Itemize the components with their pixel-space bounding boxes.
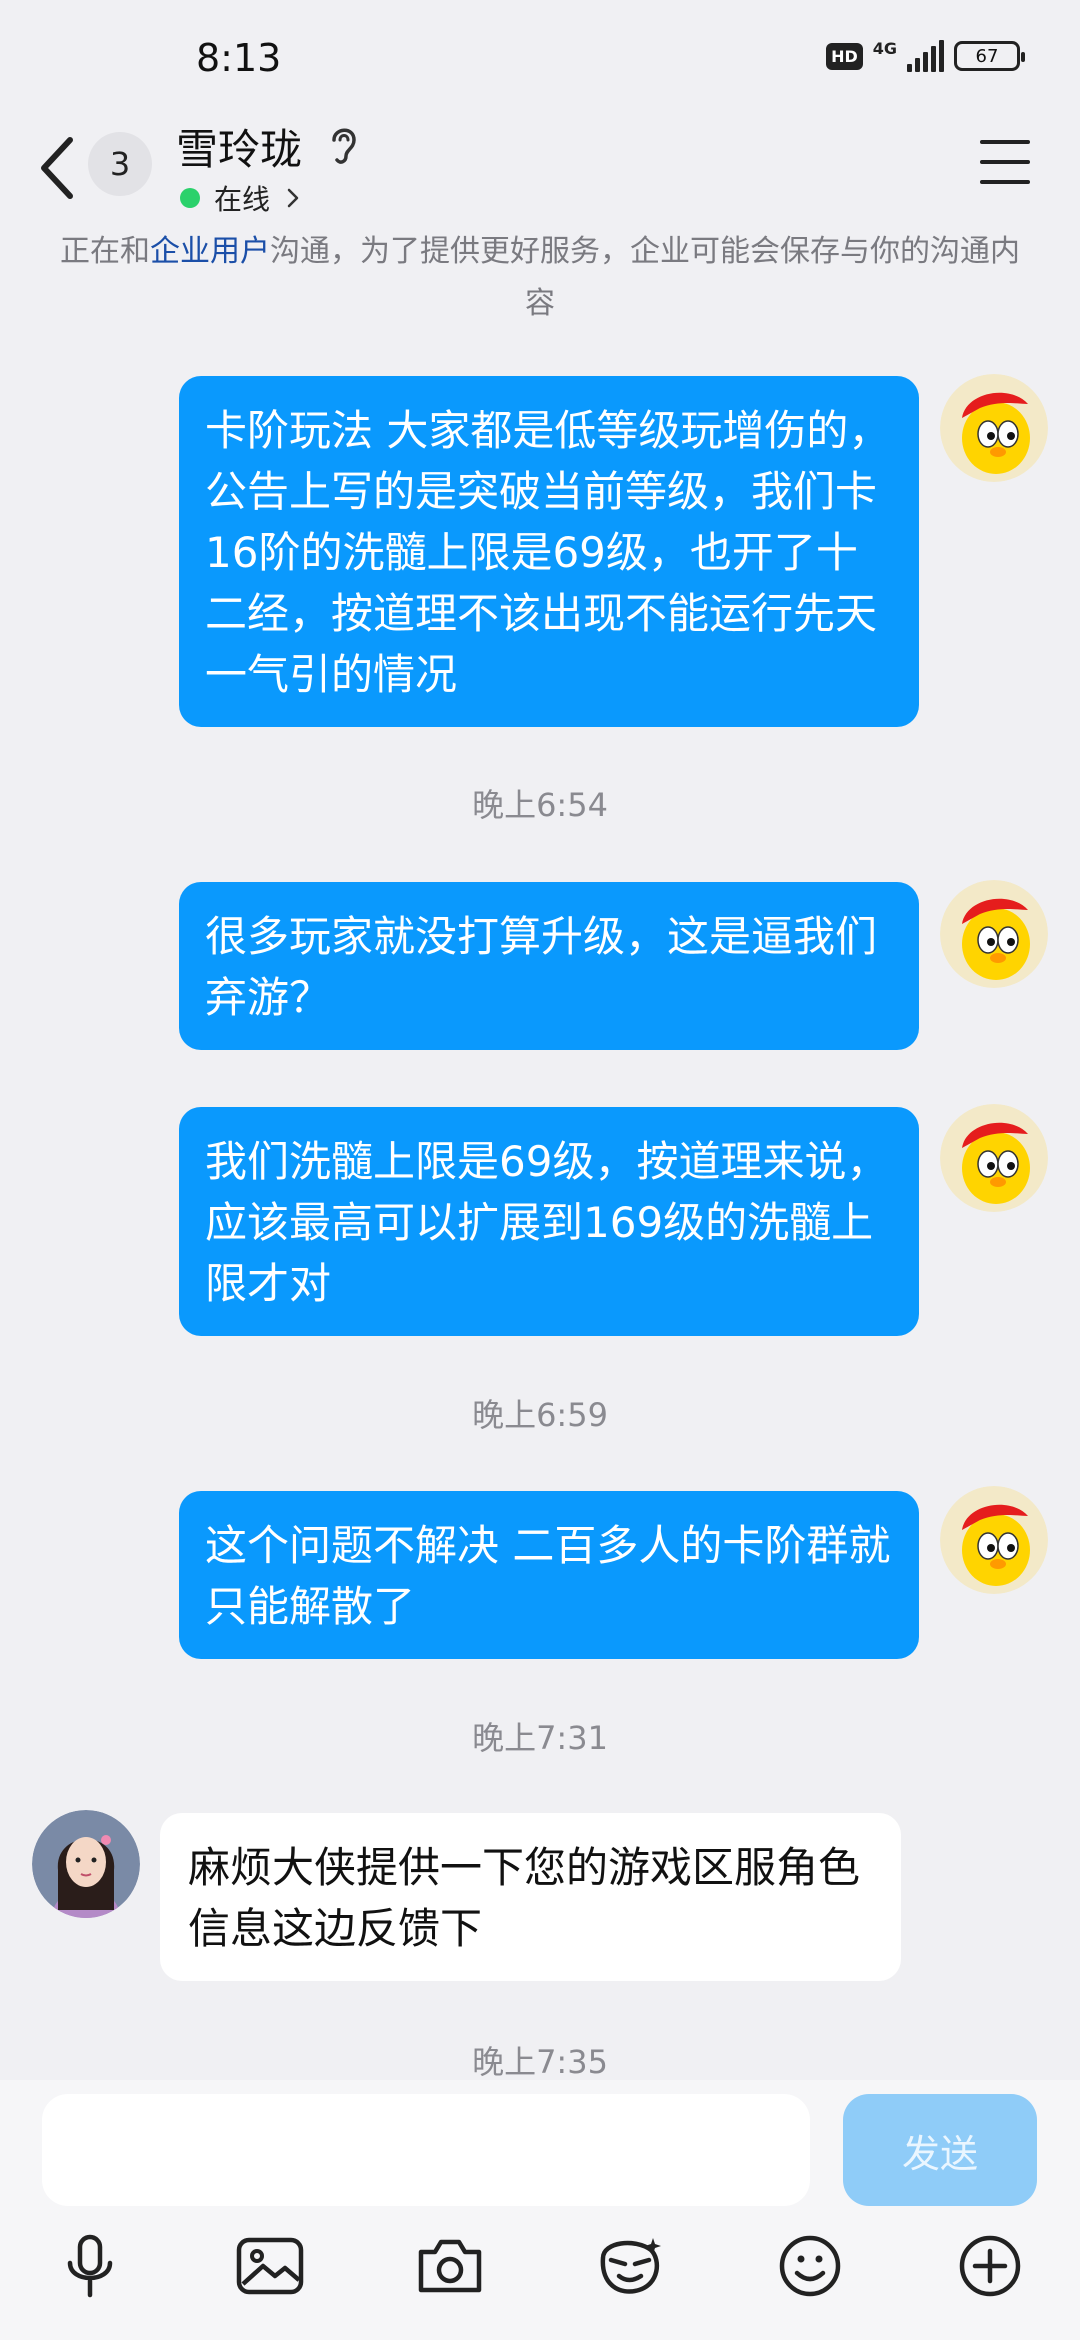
online-dot-icon: [180, 188, 200, 208]
chevron-left-icon: [41, 137, 73, 199]
composer-toolbar: [0, 2226, 1080, 2326]
my-avatar[interactable]: [940, 1486, 1048, 1594]
chick-avatar-icon: [940, 1486, 1048, 1594]
notice-suffix: 沟通，为了提供更好服务，企业可能会保存与你的沟通内容: [270, 234, 1020, 321]
plus-circle-icon: [959, 2235, 1021, 2297]
presence-label: 在线: [214, 183, 271, 216]
notice-prefix: 正在和: [60, 234, 150, 269]
smiley-icon: [779, 2235, 841, 2297]
chick-avatar-icon: [940, 1104, 1048, 1212]
status-bar: 8:13 HD 4G 67: [0, 0, 1080, 110]
chat-header: 3 雪玲珑 在线: [0, 110, 1080, 230]
menu-line: [980, 140, 1030, 144]
my-avatar[interactable]: [940, 880, 1048, 988]
battery-level: 67: [975, 45, 999, 67]
emoticon-face-icon: [600, 2238, 661, 2294]
voice-button[interactable]: [50, 2226, 130, 2306]
status-icons: HD 4G 67: [826, 38, 1025, 72]
message-bubble-outgoing[interactable]: 这个问题不解决 二百多人的卡阶群就只能解散了: [179, 1491, 919, 1659]
battery-icon: 67: [954, 41, 1025, 71]
camera-icon: [418, 2239, 482, 2293]
network-type: 4G: [872, 38, 897, 58]
timestamp: 晚上7:31: [472, 1719, 608, 1757]
signal-icon: [907, 40, 944, 72]
my-avatar[interactable]: [940, 374, 1048, 482]
back-button[interactable]: [34, 126, 84, 206]
more-button[interactable]: [950, 2226, 1030, 2306]
my-avatar[interactable]: [940, 1104, 1048, 1212]
emoticon-button[interactable]: [590, 2226, 670, 2306]
chick-avatar-icon: [940, 880, 1048, 988]
menu-button[interactable]: [980, 140, 1030, 184]
enterprise-notice: 正在和企业用户沟通，为了提供更好服务，企业可能会保存与你的沟通内容: [60, 226, 1020, 330]
hd-badge: HD: [826, 42, 863, 70]
message-bubble-outgoing[interactable]: 我们洗髓上限是69级，按道理来说，应该最高可以扩展到169级的洗髓上限才对: [179, 1107, 919, 1336]
chevron-right-icon: [287, 188, 299, 208]
presence-status[interactable]: 在线: [180, 178, 302, 218]
send-button[interactable]: 发送: [843, 2094, 1037, 2206]
message-bubble-outgoing[interactable]: 很多玩家就没打算升级，这是逼我们弃游？: [179, 882, 919, 1050]
unread-count-badge[interactable]: 3: [88, 132, 152, 196]
enterprise-user-link[interactable]: 企业用户: [150, 234, 270, 269]
female-character-avatar-icon: [32, 1810, 140, 1918]
timestamp: 晚上6:59: [472, 1396, 608, 1434]
menu-line: [980, 160, 1030, 164]
message-input[interactable]: [42, 2094, 810, 2206]
camera-button[interactable]: [410, 2226, 490, 2306]
menu-line: [980, 180, 1030, 184]
microphone-icon: [67, 2234, 113, 2298]
chick-avatar-icon: [940, 374, 1048, 482]
image-icon: [236, 2237, 304, 2295]
contact-avatar[interactable]: [32, 1810, 140, 1918]
message-bubble-incoming[interactable]: 麻烦大侠提供一下您的游戏区服角色信息这边反馈下: [160, 1813, 901, 1981]
ear-icon[interactable]: [326, 122, 360, 168]
status-time: 8:13: [196, 36, 282, 80]
contact-name[interactable]: 雪玲珑: [176, 116, 302, 177]
emoji-button[interactable]: [770, 2226, 850, 2306]
timestamp: 晚上6:54: [472, 786, 608, 824]
composer: 发送: [0, 2080, 1080, 2340]
timestamp: 晚上7:35: [472, 2043, 608, 2081]
message-bubble-outgoing[interactable]: 卡阶玩法 大家都是低等级玩增伤的，公告上写的是突破当前等级，我们卡16阶的洗髓上…: [179, 376, 919, 727]
album-button[interactable]: [230, 2226, 310, 2306]
